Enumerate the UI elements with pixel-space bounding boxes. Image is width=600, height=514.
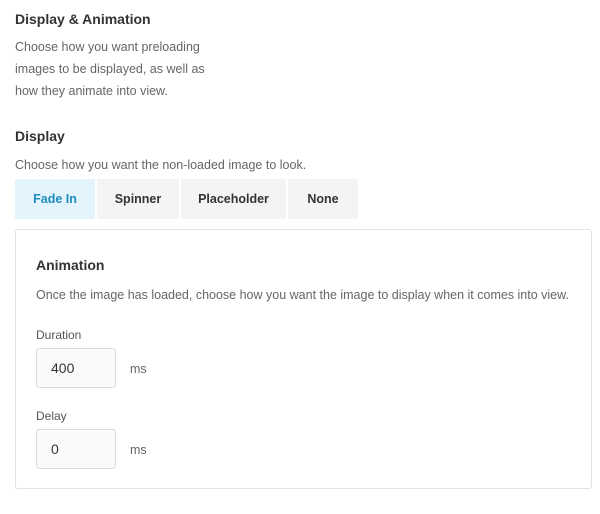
- delay-input[interactable]: [36, 429, 116, 469]
- tab-spinner[interactable]: Spinner: [97, 179, 179, 219]
- display-tabs: Fade In Spinner Placeholder None: [15, 179, 358, 219]
- tab-fade-in[interactable]: Fade In: [15, 179, 95, 219]
- animation-heading: Animation: [36, 257, 105, 273]
- duration-label: Duration: [36, 328, 82, 342]
- delay-unit: ms: [130, 443, 147, 457]
- display-description: Choose how you want the non-loaded image…: [15, 158, 307, 172]
- section-title-display-animation: Display & Animation: [15, 11, 151, 27]
- section-description: Choose how you want preloading images to…: [15, 40, 205, 98]
- animation-panel: Animation Once the image has loaded, cho…: [15, 229, 592, 489]
- animation-description: Once the image has loaded, choose how yo…: [36, 288, 569, 302]
- display-heading: Display: [15, 128, 65, 144]
- tab-none[interactable]: None: [288, 179, 358, 219]
- delay-label: Delay: [36, 409, 67, 423]
- duration-unit: ms: [130, 362, 147, 376]
- tab-placeholder[interactable]: Placeholder: [181, 179, 286, 219]
- duration-input[interactable]: [36, 348, 116, 388]
